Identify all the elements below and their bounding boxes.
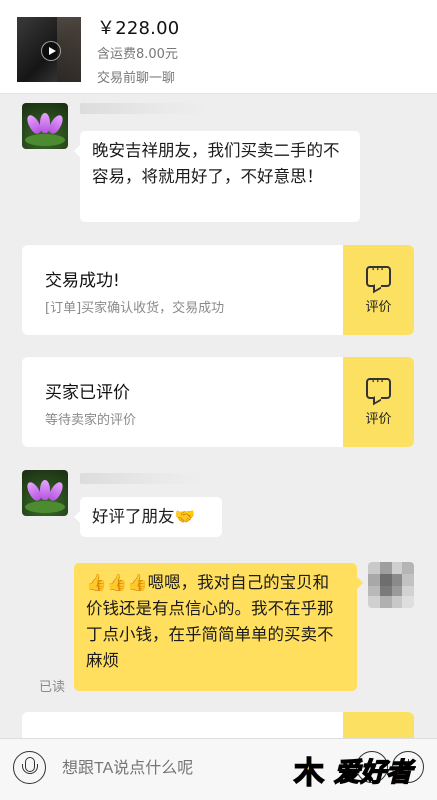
message-input[interactable] bbox=[62, 754, 332, 784]
product-thumbnail[interactable] bbox=[17, 17, 81, 82]
my-message-bubble[interactable]: 👍👍👍嗯嗯，我对自己的宝贝和价钱还是有点信心的。我不在乎那丁点小钱，在乎简简单单… bbox=[74, 563, 363, 691]
watermark-logo: 木 爱好者 bbox=[293, 742, 437, 798]
shipping-fee: 含运费8.00元 bbox=[97, 47, 178, 62]
card-title: 买家已评价 bbox=[45, 383, 130, 403]
comment-icon bbox=[366, 374, 391, 399]
card-subtitle: 等待卖家的评价 bbox=[45, 413, 137, 428]
contact-name-blurred bbox=[80, 103, 210, 114]
message-text: 👍👍👍嗯嗯，我对自己的宝贝和价钱还是有点信心的。我不在乎那丁点小钱，在乎简简单单… bbox=[86, 573, 334, 670]
review-button[interactable]: 评价 bbox=[343, 245, 414, 335]
chat-before-trade: 交易前聊一聊 bbox=[97, 71, 176, 86]
bubble-tail bbox=[74, 511, 80, 523]
review-button[interactable]: 评价 bbox=[343, 357, 414, 447]
watermark-right: 爱好者 bbox=[333, 757, 413, 789]
card-title: 交易成功! bbox=[45, 271, 120, 291]
order-status-card[interactable]: 交易成功! [订单]买家确认收货，交易成功 评价 bbox=[22, 245, 414, 335]
lotus-icon bbox=[24, 478, 66, 503]
contact-name-blurred bbox=[80, 473, 205, 484]
leaf-icon bbox=[25, 501, 65, 513]
product-header[interactable]: ￥228.00 含运费8.00元 交易前聊一聊 bbox=[0, 0, 437, 94]
message-text: 晚安吉祥朋友，我们买卖二手的不容易，将就用好了，不好意思！ bbox=[92, 141, 340, 186]
product-price: ￥228.00 bbox=[97, 18, 180, 39]
message-bubble[interactable]: 晚安吉祥朋友，我们买卖二手的不容易，将就用好了，不好意思！ bbox=[74, 131, 360, 222]
leaf-icon bbox=[25, 134, 65, 146]
contact-avatar[interactable] bbox=[22, 470, 68, 516]
message-text: 好评了朋友🤝 bbox=[92, 507, 196, 526]
review-status-card[interactable]: 买家已评价 等待卖家的评价 评价 bbox=[22, 357, 414, 447]
lotus-icon bbox=[24, 111, 66, 136]
card-subtitle: [订单]买家确认收货，交易成功 bbox=[45, 301, 225, 316]
play-icon[interactable] bbox=[41, 41, 61, 61]
comment-icon bbox=[366, 262, 391, 287]
review-button-label: 评价 bbox=[365, 412, 392, 427]
microphone-icon[interactable] bbox=[13, 751, 46, 784]
bubble-tail bbox=[74, 145, 80, 157]
watermark-left: 木 bbox=[293, 755, 325, 792]
my-avatar-blurred[interactable] bbox=[368, 562, 414, 608]
read-status: 已读 bbox=[39, 680, 66, 695]
review-button-label: 评价 bbox=[365, 300, 392, 315]
bubble-tail bbox=[357, 577, 363, 589]
contact-avatar[interactable] bbox=[22, 103, 68, 149]
message-bubble[interactable]: 好评了朋友🤝 bbox=[74, 497, 222, 537]
